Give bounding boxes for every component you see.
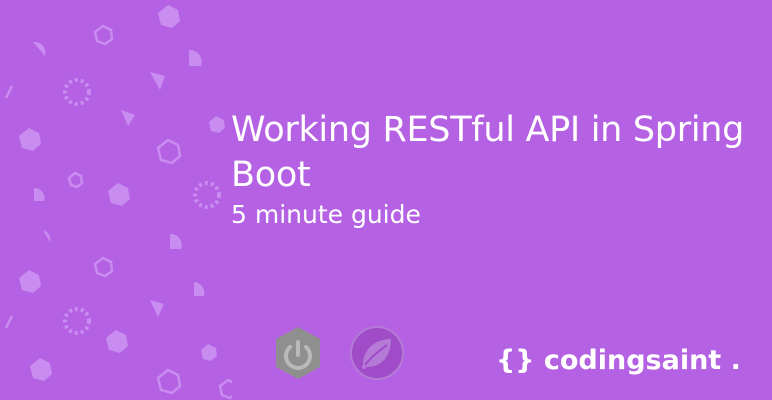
brand-logo-text: {} codingsaint . [496,345,741,376]
spring-boot-logo-icon [276,327,320,379]
headline-block: Working RESTful API in Spring Boot 5 min… [231,108,761,232]
page-title: Working RESTful API in Spring Boot [231,110,745,195]
page-subtitle: 5 minute guide [231,200,421,229]
decorative-shape-pattern [4,5,232,400]
spring-leaf-logo-icon [350,326,404,380]
